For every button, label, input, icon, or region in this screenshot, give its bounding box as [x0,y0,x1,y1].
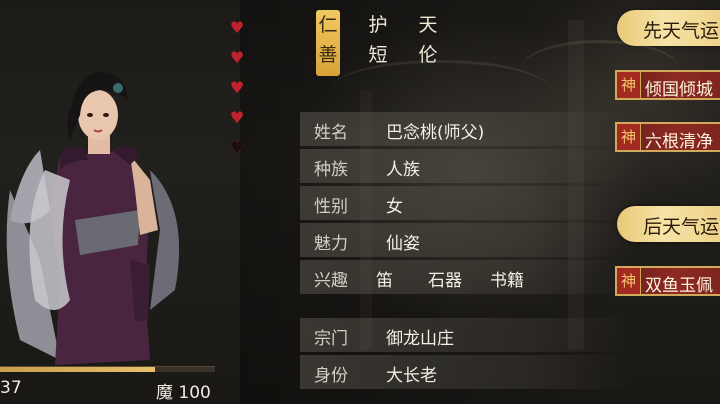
heart-icon: ♥ [229,48,245,67]
info-row-sect: 宗门 御龙山庄 [300,318,630,352]
talent-badge[interactable]: 神 倾国倾城 [615,70,720,100]
info-label: 魅力 [314,234,348,254]
talent-label: 双鱼玉佩 [645,276,713,296]
info-label: 姓名 [314,123,348,143]
info-label: 兴趣 [314,271,348,291]
info-value: 女 [386,197,403,217]
info-row-race: 种族 人族 [300,149,630,183]
trait-tag[interactable]: 天伦 [416,10,440,70]
info-value: 仙姿 [386,234,420,254]
info-row-hobbies: 兴趣 笛 石器 书籍 [300,260,630,294]
info-row-gender: 性别 女 [300,186,630,220]
stat-magic-value: 魔 100 [156,383,211,403]
heart-icon: ♥ [229,78,245,97]
section-head-label: 后天气运 [643,216,720,238]
talent-seal-icon: 神 [617,124,641,150]
heart-icon: ♥ [229,18,245,37]
favor-hearts: ♥ ♥ ♥ ♥ ♥ [226,17,248,167]
stat-bar-fill [0,367,155,372]
heart-icon: ♥ [229,108,245,127]
trait-tag[interactable]: 护短 [366,10,390,70]
info-label: 宗门 [314,329,348,349]
talent-label: 倾国倾城 [645,80,713,100]
stat-bar [0,366,215,372]
info-label: 性别 [314,197,348,217]
trait-tag[interactable]: 仁善 [316,10,340,76]
info-value: 巴念桃(师父) [386,123,485,143]
info-row-role: 身份 大长老 [300,355,630,389]
acquired-fortune-header[interactable]: 后天气运 [617,206,720,242]
info-value: 人族 [386,160,420,180]
talent-label: 六根清净 [645,132,713,152]
info-value: 御龙山庄 [386,329,454,349]
info-label: 种族 [314,160,348,180]
hobby-item: 石器 [428,271,462,291]
info-label: 身份 [314,366,348,386]
heart-icon: ♥ [229,138,245,157]
hobby-item: 书籍 [490,271,524,291]
talent-seal-icon: 神 [617,72,641,98]
section-head-label: 先天气运 [643,20,720,42]
info-value: 大长老 [386,366,437,386]
info-row-charm: 魅力 仙姿 [300,223,630,257]
hobby-item: 笛 [376,271,393,291]
innate-fortune-header[interactable]: 先天气运 [617,10,720,46]
talent-seal-icon: 神 [617,268,641,294]
info-row-name: 姓名 巴念桃(师父) [300,112,630,146]
stat-left-value: 37 [0,378,22,398]
talent-badge[interactable]: 神 六根清净 [615,122,720,152]
character-portrait [6,72,180,365]
talent-badge[interactable]: 神 双鱼玉佩 [615,266,720,296]
